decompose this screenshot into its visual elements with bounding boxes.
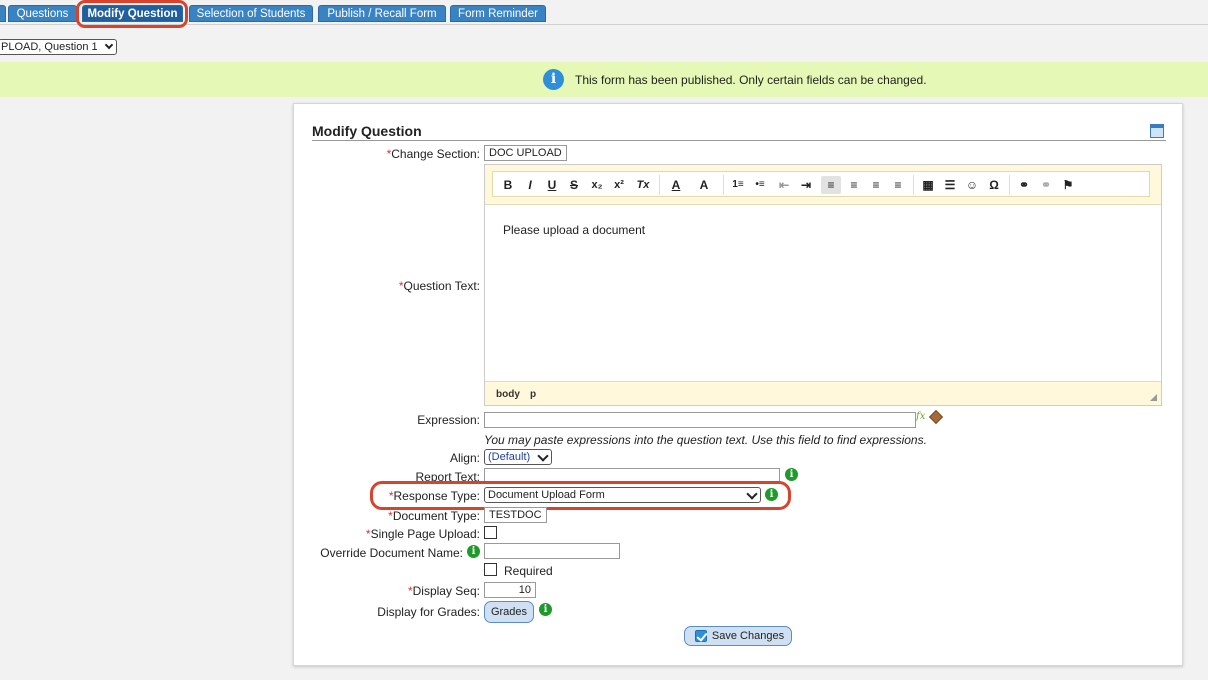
single-page-upload-label: *Single Page Upload: (365, 527, 480, 541)
display-seq-input[interactable]: 10 (484, 582, 536, 598)
align-right-button[interactable]: ≡ (867, 176, 885, 194)
document-type-value: TESTDOC (484, 507, 547, 523)
align-select-value: (Default) (488, 451, 531, 463)
chevron-down-icon (537, 450, 549, 462)
calendar-icon[interactable] (1150, 124, 1164, 138)
background-color-button[interactable]: A (693, 176, 715, 194)
horizontal-rule-button[interactable]: ☰ (941, 176, 959, 194)
document-type-label: *Document Type: (388, 509, 480, 523)
link-button[interactable]: ⚭ (1015, 176, 1033, 194)
subscript-button[interactable]: x₂ (589, 176, 605, 194)
element-path-p[interactable]: p (530, 389, 536, 400)
italic-button[interactable]: I (523, 176, 537, 194)
report-text-info-icon[interactable]: i (785, 468, 798, 481)
override-document-name-input[interactable] (484, 543, 620, 559)
tab-previous[interactable] (0, 5, 6, 22)
required-label: Required (504, 564, 553, 578)
save-changes-button[interactable]: Save Changes (684, 626, 792, 646)
single-page-upload-checkbox[interactable] (484, 526, 497, 539)
editor-toolbar: B I U S x₂ x² Tx A A 1≡ •≡ ⇤ ⇥ ≡ ≡ ≡ ≡ ▦… (485, 165, 1161, 205)
display-for-grades-info-icon[interactable]: i (539, 603, 552, 616)
fx-icon[interactable]: fx (916, 411, 925, 422)
toolbar-separator (1009, 175, 1010, 195)
response-type-label: *Response Type: (388, 489, 480, 503)
tab-publish-recall-form[interactable]: Publish / Recall Form (318, 5, 446, 22)
unlink-button[interactable]: ⚭ (1037, 176, 1055, 194)
expression-picker-icon[interactable] (928, 409, 944, 425)
expression-input[interactable] (484, 412, 916, 428)
tab-highlight-annotation (76, 0, 188, 28)
align-left-button[interactable]: ≡ (821, 176, 841, 194)
align-label: Align: (449, 451, 480, 465)
editor-toolbar-group: B I U S x₂ x² Tx A A 1≡ •≡ ⇤ ⇥ ≡ ≡ ≡ ≡ ▦… (492, 171, 1150, 197)
override-document-name-info-icon[interactable]: i (467, 545, 480, 558)
table-button[interactable]: ▦ (919, 176, 937, 194)
info-icon: i (543, 69, 564, 90)
tab-form-reminder[interactable]: Form Reminder (450, 5, 546, 22)
remove-format-button[interactable]: Tx (635, 176, 651, 194)
toolbar-separator (659, 175, 660, 195)
response-type-select[interactable]: Document Upload Form (484, 487, 761, 503)
title-rule-right (1134, 140, 1166, 141)
modify-question-card: Modify Question *Change Section: DOC UPL… (293, 103, 1183, 666)
override-document-name-label: Override Document Name: (320, 546, 463, 560)
section-select-value: PLOAD, Question 1 (1, 41, 98, 53)
question-text-label: *Question Text: (398, 279, 480, 293)
text-color-button[interactable]: A (665, 176, 687, 194)
toolbar-separator (723, 175, 724, 195)
checkmark-icon (695, 630, 707, 642)
editor-footer: body p (485, 381, 1161, 405)
title-rule (312, 140, 1134, 141)
tab-selection-of-students[interactable]: Selection of Students (189, 5, 313, 22)
question-text-editor[interactable]: B I U S x₂ x² Tx A A 1≡ •≡ ⇤ ⇥ ≡ ≡ ≡ ≡ ▦… (484, 164, 1162, 406)
chevron-down-icon (104, 40, 113, 50)
display-seq-label: *Display Seq: (407, 584, 480, 598)
bulleted-list-button[interactable]: •≡ (751, 176, 769, 194)
section-question-select[interactable]: PLOAD, Question 1 (0, 39, 117, 55)
change-section-label: *Change Section: (386, 147, 480, 161)
change-section-value: DOC UPLOAD (484, 145, 567, 161)
response-type-info-icon[interactable]: i (765, 488, 778, 501)
toolbar-separator (913, 175, 914, 195)
indent-button[interactable]: ⇥ (797, 176, 815, 194)
align-justify-button[interactable]: ≡ (889, 176, 907, 194)
expression-hint: You may paste expressions into the quest… (484, 433, 927, 447)
anchor-button[interactable]: ⚑ (1059, 176, 1077, 194)
smiley-button[interactable]: ☺ (963, 176, 981, 194)
published-notice: i This form has been published. Only cer… (0, 62, 1208, 97)
bold-button[interactable]: B (501, 176, 515, 194)
align-select[interactable]: (Default) (484, 449, 552, 465)
expression-label: Expression: (417, 413, 480, 427)
required-checkbox[interactable] (484, 563, 497, 576)
editor-content[interactable]: Please upload a document (503, 223, 645, 237)
align-center-button[interactable]: ≡ (845, 176, 863, 194)
special-character-button[interactable]: Ω (985, 176, 1003, 194)
underline-button[interactable]: U (545, 176, 559, 194)
response-type-value: Document Upload Form (488, 489, 605, 501)
outdent-button[interactable]: ⇤ (775, 176, 793, 194)
tab-bar: Questions Modify Question Selection of S… (0, 0, 1208, 28)
numbered-list-button[interactable]: 1≡ (729, 176, 747, 194)
superscript-button[interactable]: x² (611, 176, 627, 194)
notice-message: This form has been published. Only certa… (575, 73, 927, 87)
strikethrough-button[interactable]: S (567, 176, 581, 194)
card-title: Modify Question (312, 123, 422, 139)
tab-questions[interactable]: Questions (8, 5, 77, 22)
chevron-down-icon (746, 488, 758, 500)
grades-button[interactable]: Grades (484, 601, 534, 623)
display-for-grades-label: Display for Grades: (377, 605, 480, 619)
element-path-body[interactable]: body (496, 389, 520, 400)
resize-handle[interactable] (1150, 394, 1157, 401)
